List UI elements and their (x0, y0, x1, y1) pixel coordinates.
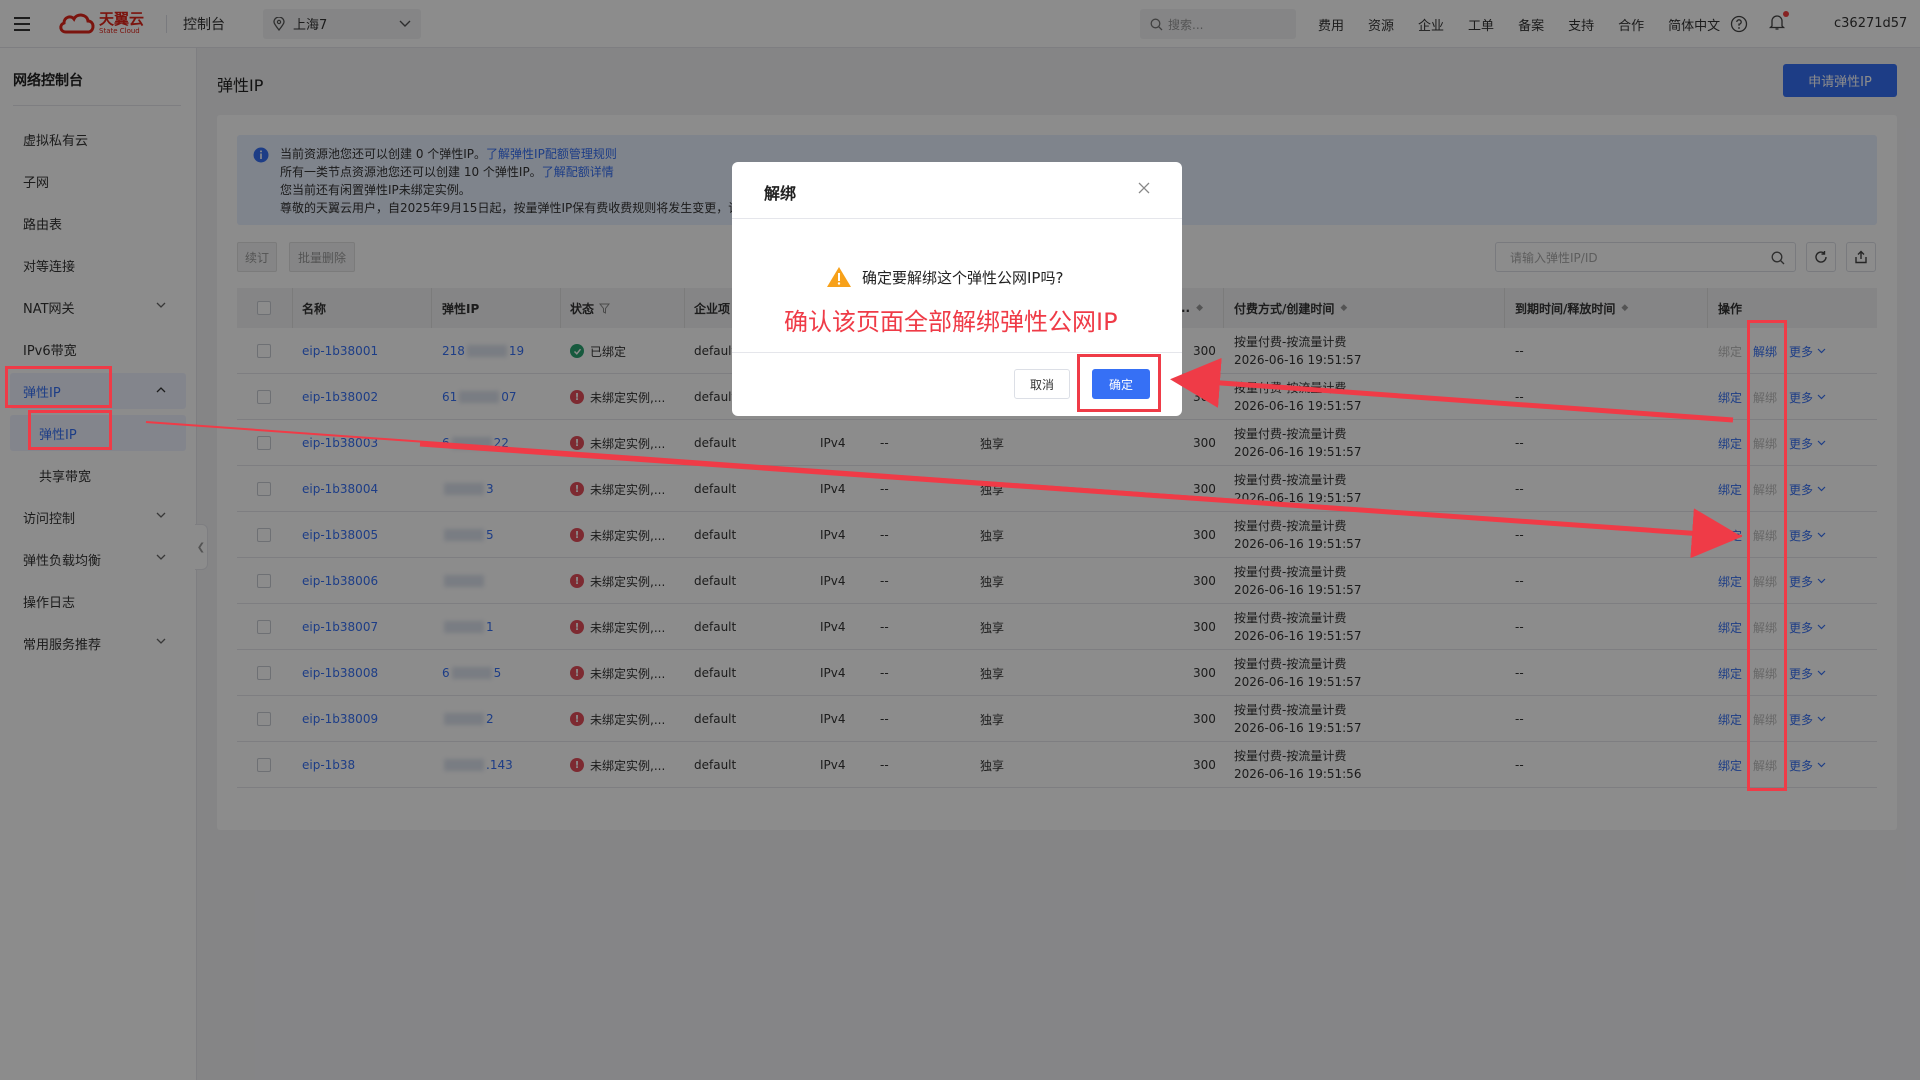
divider (732, 218, 1182, 219)
divider (732, 352, 1182, 353)
cancel-button[interactable]: 取消 (1014, 369, 1070, 399)
close-icon[interactable] (1136, 180, 1152, 196)
dialog-message: 确定要解绑这个弹性公网IP吗? (826, 266, 1063, 288)
dialog-question: 确定要解绑这个弹性公网IP吗? (862, 268, 1064, 287)
annotation-text: 确认该页面全部解绑弹性公网IP (784, 308, 1118, 336)
annotation-box-sidebar-eip (28, 410, 112, 450)
annotation-box-unbind-column (1747, 320, 1787, 791)
warning-icon (827, 267, 851, 287)
annotation-box-confirm (1077, 354, 1161, 412)
annotation-box-sidebar-eip-group (5, 366, 112, 408)
dialog-title: 解绑 (764, 184, 797, 203)
